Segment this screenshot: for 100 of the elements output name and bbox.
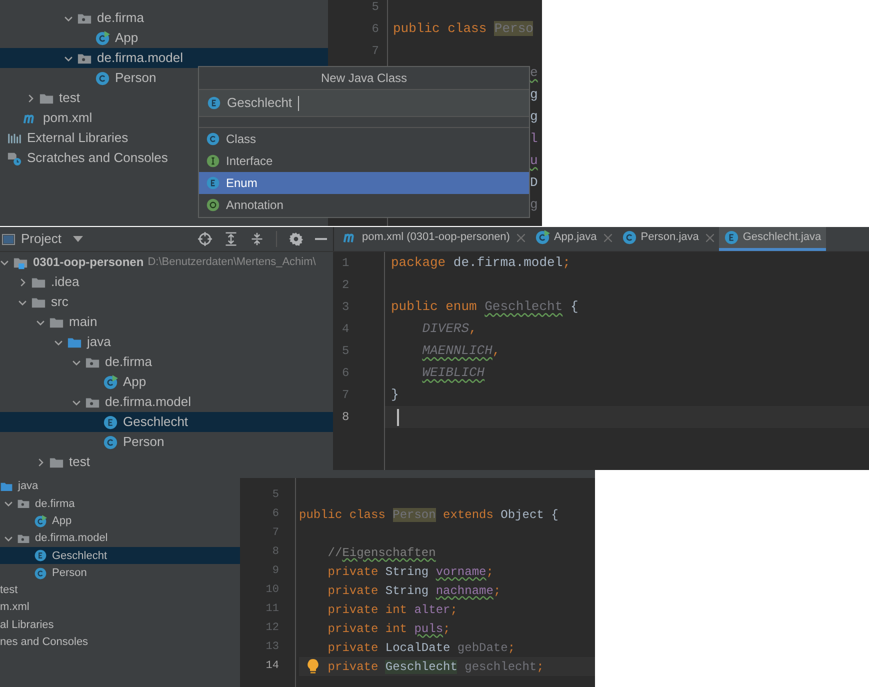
line-number: 3	[342, 299, 350, 316]
scratch-file-icon	[7, 150, 22, 166]
line-number: 11	[266, 602, 279, 618]
tree-item[interactable]: Geschlecht	[0, 412, 333, 432]
tree-item[interactable]: App	[0, 512, 240, 530]
lightbulb-icon[interactable]	[307, 659, 319, 674]
tree-item[interactable]: de.firma	[0, 352, 333, 372]
line-number: 2	[342, 277, 350, 294]
tree-item[interactable]: App	[0, 28, 328, 48]
line-number: 10	[266, 583, 279, 598]
tree-item[interactable]: Geschlecht	[0, 547, 240, 564]
line-number: 13	[266, 640, 279, 656]
code-fragment: l	[530, 130, 538, 148]
tree-item[interactable]: nes and Consoles	[0, 634, 240, 651]
line-number: 8	[342, 409, 350, 426]
settings-icon[interactable]	[289, 232, 303, 246]
tree-item[interactable]: java	[0, 478, 240, 496]
line-number: 5	[342, 343, 350, 360]
tree-item[interactable]: java	[0, 332, 333, 352]
line-number: 5	[272, 488, 279, 504]
kind-option[interactable]: Class	[199, 128, 529, 150]
close-icon[interactable]	[516, 234, 525, 242]
kind-option[interactable]: Enum	[199, 172, 529, 194]
tree-item[interactable]: test	[0, 582, 240, 600]
line-number: 6	[372, 21, 379, 38]
code-fragment: u	[530, 152, 538, 170]
tree-item[interactable]: 0301-oop-personen D:\Benutzerdaten\Mertens_Achim\	[0, 252, 333, 272]
line-number: 14	[266, 659, 279, 674]
line-number: 7	[372, 43, 379, 60]
code-line: package de.firma.model;	[391, 254, 570, 272]
annotation-icon	[206, 198, 220, 212]
kind-option[interactable]: Interface	[199, 150, 529, 172]
tree-item[interactable]: Person	[0, 564, 240, 582]
tree-item[interactable]: de.firma	[0, 495, 240, 513]
line-number: 4	[342, 321, 350, 338]
code-line: public class Perso	[393, 20, 534, 38]
line-number: 8	[272, 545, 279, 560]
close-icon[interactable]	[604, 234, 612, 242]
tree-item[interactable]: src	[0, 292, 333, 312]
tree-item[interactable]: de.firma.model	[0, 530, 240, 548]
package-icon	[17, 497, 30, 510]
class-icon	[34, 566, 47, 580]
editor-tab[interactable]: Person.java	[616, 227, 719, 251]
close-icon[interactable]	[706, 234, 714, 242]
code-line: private String vorname;	[328, 564, 494, 580]
code-line: private int puls;	[328, 620, 450, 638]
tree-item[interactable]: main	[0, 312, 333, 332]
collapse-all-icon[interactable]	[250, 232, 264, 246]
class-icon	[622, 230, 637, 245]
package-icon	[17, 532, 30, 546]
panel-icon	[2, 232, 15, 246]
editor-tab[interactable]: pom.xml (0301-oop-personen)	[338, 227, 530, 251]
line-number: 6	[272, 507, 279, 522]
tree-item[interactable]: de.firma.model	[0, 48, 328, 68]
code-line: }	[391, 386, 399, 404]
tree-item[interactable]: m.xml	[0, 599, 240, 616]
code-line: DIVERS,	[422, 320, 477, 338]
code-fragment: g	[530, 196, 538, 214]
interface-icon	[206, 154, 220, 168]
code-fragment: g	[530, 108, 538, 126]
class-icon	[206, 132, 220, 146]
kind-option[interactable]: Annotation	[199, 194, 529, 216]
class-icon	[95, 70, 110, 86]
caret-icon	[73, 236, 84, 242]
runnable-class-icon	[95, 30, 110, 46]
code-line: private int alter;	[328, 602, 458, 618]
enum-icon	[207, 96, 221, 110]
tree-item[interactable]: Person	[0, 432, 333, 452]
code-line: public class Person extends Object {	[299, 506, 558, 524]
tree-item[interactable]: al Libraries	[0, 616, 240, 634]
line-number: 7	[342, 387, 350, 404]
tree-item[interactable]: de.firma.model	[0, 392, 333, 412]
tree-item[interactable]: de.firma	[0, 8, 328, 28]
class-icon	[103, 434, 118, 450]
tree-item[interactable]: App	[0, 372, 333, 392]
enum-icon	[724, 230, 739, 245]
editor-tab[interactable]: App.java	[530, 227, 617, 251]
code-line: //Eigenschaften	[328, 544, 436, 562]
class-name-field[interactable]: Geschlecht	[199, 90, 529, 117]
code-line: WEIBLICH	[422, 364, 485, 382]
text-cursor	[397, 408, 399, 426]
code-line: public enum Geschlecht {	[391, 298, 578, 316]
line-number: 7	[272, 526, 279, 542]
code-fragment: g	[530, 86, 538, 104]
code-fragment: e	[530, 64, 538, 82]
folder-icon	[0, 480, 13, 494]
tree-item[interactable]: test	[0, 452, 333, 470]
line-number: 9	[272, 564, 279, 580]
tree-item[interactable]: .idea	[0, 272, 333, 292]
dialog-title: New Java Class	[320, 70, 408, 87]
code-line: private Geschlecht geschlecht;	[328, 658, 544, 676]
enum-icon	[103, 414, 118, 430]
line-number: 5	[372, 0, 379, 16]
locate-icon[interactable]	[198, 232, 212, 246]
runnable-class-icon	[534, 230, 550, 245]
editor-tab[interactable]: Geschlecht.java	[718, 227, 826, 251]
line-number: 12	[266, 621, 279, 636]
code-fragment: D	[530, 174, 538, 192]
enum-icon	[206, 176, 220, 190]
expand-all-icon[interactable]	[224, 232, 238, 246]
